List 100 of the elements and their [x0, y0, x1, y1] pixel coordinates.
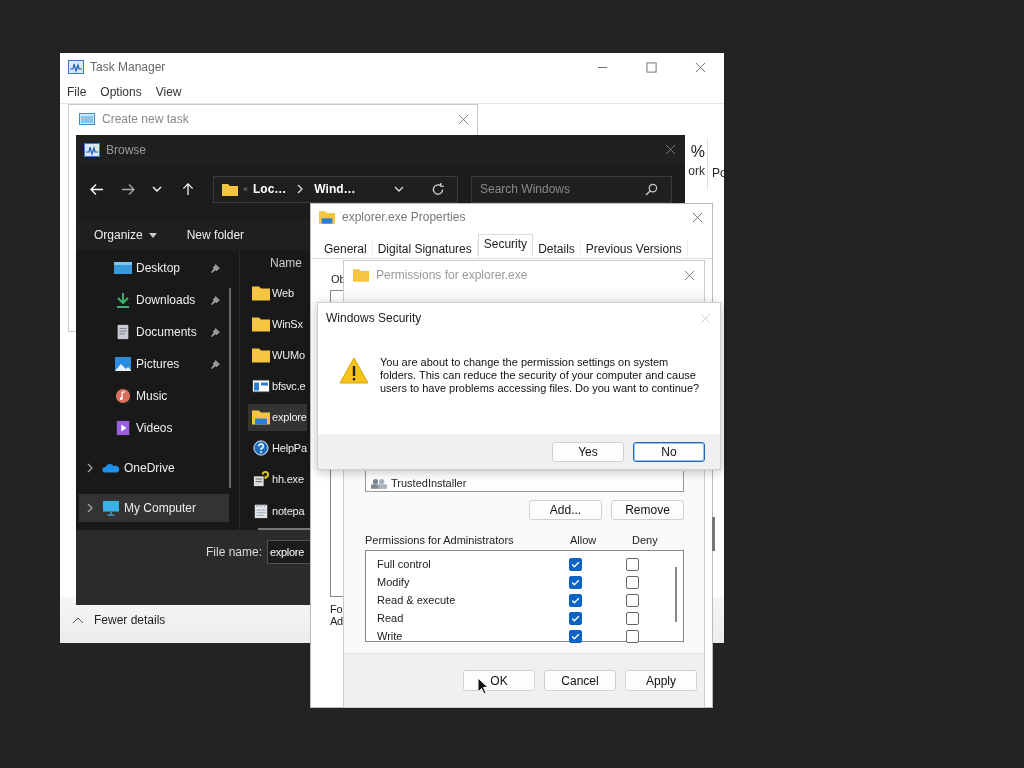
refresh-icon[interactable]	[431, 182, 445, 196]
folder-icon	[252, 315, 270, 332]
folder-icon	[319, 210, 335, 224]
notepad-icon	[252, 502, 270, 519]
sidebar-item[interactable]: Music	[79, 382, 229, 410]
chevron-right-icon[interactable]	[87, 463, 93, 473]
close-icon[interactable]	[665, 144, 676, 155]
pin-icon	[210, 358, 221, 370]
sidebar-item[interactable]: My Computer	[79, 494, 229, 522]
sidebar-item[interactable]: Documents	[79, 318, 229, 346]
back-arrow-icon[interactable]	[90, 182, 104, 196]
organize-button[interactable]: Organize	[94, 226, 157, 244]
allow-checkbox[interactable]	[569, 575, 583, 589]
allow-checkbox[interactable]	[569, 629, 583, 643]
window-title: Browse	[106, 142, 146, 157]
scrollbar[interactable]	[229, 288, 231, 488]
fewer-details-link[interactable]: Fewer details	[94, 613, 166, 627]
menu-item[interactable]: File	[67, 85, 87, 99]
desktop-icon	[114, 260, 132, 276]
deny-checkbox[interactable]	[626, 611, 640, 625]
dialog-button[interactable]: No	[633, 441, 705, 462]
path-segment[interactable]: Loc…	[253, 182, 287, 196]
chevron-right-icon[interactable]	[87, 503, 93, 513]
chevron-down-icon[interactable]	[394, 186, 404, 192]
search-icon	[645, 182, 658, 196]
picture-icon	[114, 356, 132, 372]
dialog-button[interactable]: OK	[463, 670, 535, 691]
window-title: Create new task	[102, 112, 189, 126]
sidebar-item[interactable]: Desktop	[79, 254, 229, 282]
directory-entry[interactable]: hh.exe	[248, 465, 304, 493]
permissions-label: Permissions for Administrators	[365, 534, 515, 546]
menu-item[interactable]: View	[155, 85, 182, 99]
sidebar-item[interactable]: OneDrive	[79, 454, 229, 482]
allow-checkbox[interactable]	[569, 611, 583, 625]
column-header[interactable]: ork	[688, 164, 705, 178]
list-item[interactable]: TrustedInstaller	[371, 477, 467, 489]
column-value: %	[690, 143, 705, 161]
up-arrow-icon[interactable]	[181, 182, 195, 196]
directory-entry[interactable]: explore	[248, 403, 307, 431]
allow-checkbox[interactable]	[569, 557, 583, 571]
dialog-title: Windows Security	[326, 311, 422, 325]
dialog-button[interactable]: Cancel	[544, 670, 616, 691]
sidebar-item[interactable]: Pictures	[79, 350, 229, 378]
permission-name: Read	[376, 612, 405, 624]
remove-button[interactable]: Remove	[611, 500, 684, 520]
users-icon	[371, 477, 387, 489]
allow-checkbox[interactable]	[569, 593, 583, 607]
monitor-icon	[102, 500, 120, 516]
pin-icon	[210, 262, 221, 274]
window-icon	[252, 378, 270, 395]
scrollbar[interactable]	[675, 567, 677, 622]
folder-icon	[222, 182, 238, 196]
maximize-icon[interactable]	[646, 61, 657, 73]
tab[interactable]: Security	[477, 234, 534, 257]
tab[interactable]: Digital Signatures	[372, 240, 478, 258]
scrollbar[interactable]	[712, 517, 715, 551]
directory-entry[interactable]: WUMo	[248, 341, 305, 369]
help-icon	[252, 440, 270, 457]
directory-entry[interactable]: Web	[248, 279, 294, 307]
permission-name: Full control	[376, 558, 432, 570]
tab[interactable]: Details	[533, 240, 581, 258]
add-button[interactable]: Add...	[529, 500, 602, 520]
close-icon[interactable]	[458, 113, 469, 125]
deny-checkbox[interactable]	[626, 575, 640, 589]
directory-entry[interactable]: HelpPa	[248, 434, 307, 462]
window-title: Task Manager	[90, 60, 166, 74]
permission-name: Read & execute	[376, 594, 457, 606]
close-icon[interactable]	[684, 269, 695, 281]
chart-icon	[68, 60, 84, 74]
dialog-button[interactable]: Apply	[625, 670, 697, 691]
path-segment[interactable]: Wind…	[314, 182, 356, 196]
search-field[interactable]: Search Windows	[471, 175, 672, 203]
permission-name: Modify	[376, 576, 411, 588]
directory-entry[interactable]: notepa	[248, 497, 305, 525]
directory-entry[interactable]: bfsvc.e	[248, 372, 306, 400]
tab[interactable]: General	[319, 240, 373, 258]
overflow-chevron[interactable]: «	[243, 184, 248, 194]
chevron-right-icon	[297, 184, 304, 194]
close-icon[interactable]	[692, 211, 703, 223]
sidebar-item[interactable]: Downloads	[79, 286, 229, 314]
tab[interactable]: Previous Versions	[580, 240, 688, 258]
dialog-button[interactable]: Yes	[552, 441, 624, 462]
column-header[interactable]: Name	[240, 256, 302, 280]
column-header: Deny	[632, 534, 658, 546]
file-name-field[interactable]: explore	[267, 540, 312, 564]
forward-arrow-icon[interactable]	[121, 182, 135, 196]
close-icon[interactable]	[695, 61, 706, 73]
warning-icon	[339, 357, 369, 385]
deny-checkbox[interactable]	[626, 629, 640, 643]
sidebar-item[interactable]: Videos	[79, 414, 229, 442]
window-title: explorer.exe Properties	[342, 210, 466, 224]
file-name-label: File name:	[206, 545, 263, 559]
deny-checkbox[interactable]	[626, 557, 640, 571]
new-folder-button[interactable]: New folder	[186, 226, 245, 244]
caret-icon[interactable]	[72, 616, 84, 624]
address-bar[interactable]: « Loc… Wind…	[213, 175, 458, 203]
directory-entry[interactable]: WinSx	[248, 310, 303, 338]
warning-message: You are about to change the permission settings on system folders. This can reduce the security of your computer and cause users to have problems accessing files. Do you want to continue?	[380, 356, 700, 395]
menu-item[interactable]: Options	[100, 85, 142, 99]
deny-checkbox[interactable]	[626, 593, 640, 607]
